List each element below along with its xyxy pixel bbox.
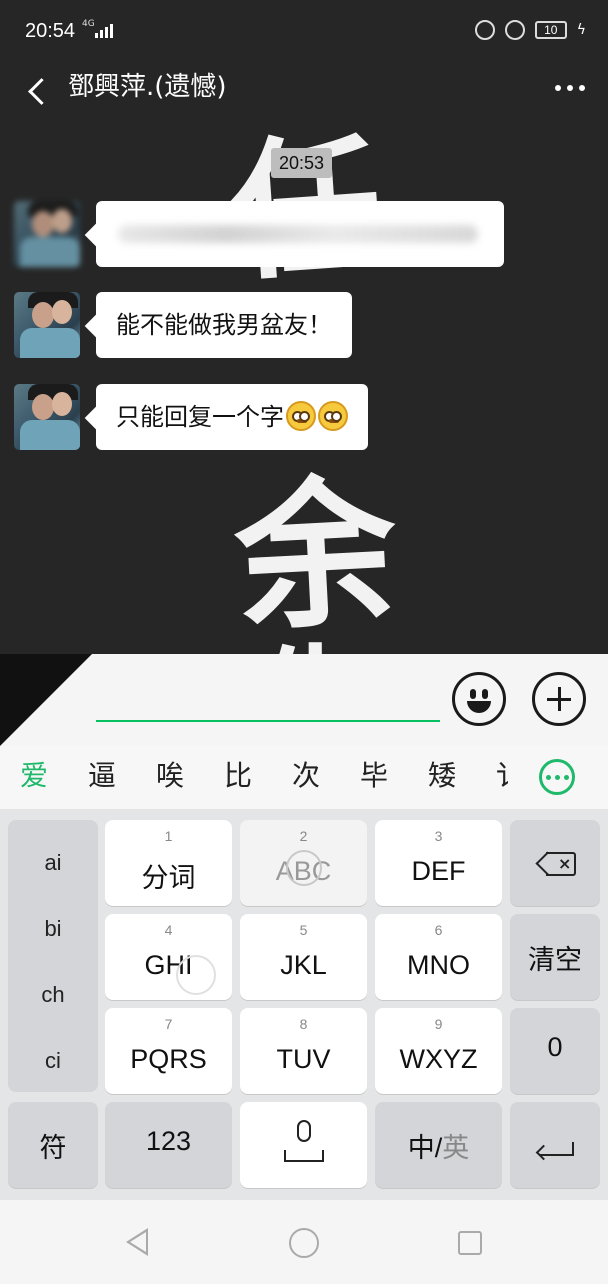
candidate-word[interactable]: 次 — [292, 756, 320, 796]
voice-input-key[interactable] — [240, 1102, 367, 1188]
blurred-message-text — [118, 225, 478, 243]
key-8[interactable]: 8 TUV — [240, 1008, 367, 1094]
contact-avatar[interactable] — [14, 292, 80, 358]
candidate-word[interactable]: 比 — [224, 756, 252, 796]
plus-button[interactable] — [532, 672, 586, 726]
backspace-icon: × — [535, 851, 576, 876]
battery-icon: 10 — [534, 21, 567, 39]
pinyin-option[interactable]: bi — [8, 916, 98, 942]
chat-background-char: 生 — [255, 606, 375, 654]
pinyin-list[interactable]: ai bi ch ci — [8, 820, 98, 1092]
key-5[interactable]: 5 JKL — [240, 914, 367, 1000]
message-timestamp: 20:53 — [271, 148, 333, 178]
candidate-word[interactable]: 矮 — [428, 756, 456, 796]
touch-indicator — [176, 955, 216, 995]
blush-emoji-icon — [318, 401, 348, 431]
message-text: 能不能做我男盆友！ — [116, 311, 332, 339]
message-bubble[interactable]: 只能回复一个字 — [96, 384, 368, 450]
number-mode-key[interactable]: 123 — [105, 1102, 232, 1188]
vibrate-icon — [474, 20, 495, 40]
chat-title: 鄧興萍.(遗憾) — [68, 72, 227, 102]
network-type: 4G — [82, 19, 95, 29]
status-time: 20:54 — [25, 20, 76, 42]
chat-area[interactable]: 任 余 生 20:53 能不能做我男盆友！ 只能回复一个字 — [0, 126, 608, 654]
message-text: 只能回复一个字 — [116, 403, 284, 431]
key-4[interactable]: 4 GHI — [105, 914, 232, 1000]
status-bar: 20:54 4G 10 ϟ — [0, 0, 608, 62]
candidate-word[interactable]: 讠 — [496, 756, 508, 796]
t9-keyboard: ai bi ch ci 1 分词 2 ABC 3 DEF × 4 GHI 5 J… — [0, 810, 608, 1200]
nav-back-icon[interactable] — [126, 1228, 148, 1256]
nav-recents-icon[interactable] — [458, 1231, 482, 1255]
candidate-word[interactable]: 逼 — [88, 756, 116, 796]
contact-avatar[interactable] — [14, 201, 80, 267]
symbol-key[interactable]: 符 — [8, 1102, 98, 1188]
key-1[interactable]: 1 分词 — [105, 820, 232, 906]
key-6[interactable]: 6 MNO — [375, 914, 502, 1000]
key-9[interactable]: 9 WXYZ — [375, 1008, 502, 1094]
more-options-icon[interactable] — [550, 76, 590, 100]
lang-en-label: 英 — [442, 1133, 470, 1163]
message-bubble[interactable] — [96, 201, 504, 267]
candidate-word[interactable]: 毕 — [360, 756, 388, 796]
message-bubble[interactable]: 能不能做我男盆友！ — [96, 292, 352, 358]
microphone-icon — [284, 1120, 324, 1166]
chat-header: 鄧興萍.(遗憾) — [0, 62, 608, 126]
key-3[interactable]: 3 DEF — [375, 820, 502, 906]
lock-rotation-icon — [504, 20, 525, 40]
enter-icon — [535, 1132, 576, 1161]
system-nav-bar — [0, 1200, 608, 1284]
pinyin-option[interactable]: ai — [8, 850, 98, 876]
touch-ripple — [286, 850, 322, 886]
signal-icon — [95, 24, 113, 38]
pinyin-option[interactable]: ci — [8, 1048, 98, 1074]
candidate-bar: 爱 逼 唉 比 次 毕 矮 讠 — [0, 746, 608, 810]
message-input[interactable] — [96, 674, 440, 722]
blush-emoji-icon — [286, 401, 316, 431]
emoji-button[interactable] — [452, 672, 506, 726]
lang-cn-label: 中/ — [407, 1133, 443, 1163]
candidate-word[interactable]: 唉 — [156, 756, 184, 796]
contact-avatar[interactable] — [14, 384, 80, 450]
zero-key[interactable]: 0 — [510, 1008, 600, 1094]
nav-home-icon[interactable] — [289, 1228, 319, 1258]
key-2[interactable]: 2 ABC — [240, 820, 367, 906]
charging-icon: ϟ — [576, 22, 586, 38]
key-7[interactable]: 7 PQRS — [105, 1008, 232, 1094]
message-input-bar — [0, 654, 608, 746]
language-switch-key[interactable]: 中/英 — [375, 1102, 502, 1188]
backspace-key[interactable]: × — [510, 820, 600, 906]
clear-key[interactable]: 清空 — [510, 914, 600, 1000]
candidate-word[interactable]: 爱 — [20, 756, 48, 796]
voice-toggle-icon[interactable] — [0, 654, 92, 746]
pinyin-option[interactable]: ch — [8, 982, 98, 1008]
more-candidates-icon[interactable] — [539, 759, 575, 795]
back-arrow-icon[interactable] — [24, 73, 48, 109]
enter-key[interactable] — [510, 1102, 600, 1188]
